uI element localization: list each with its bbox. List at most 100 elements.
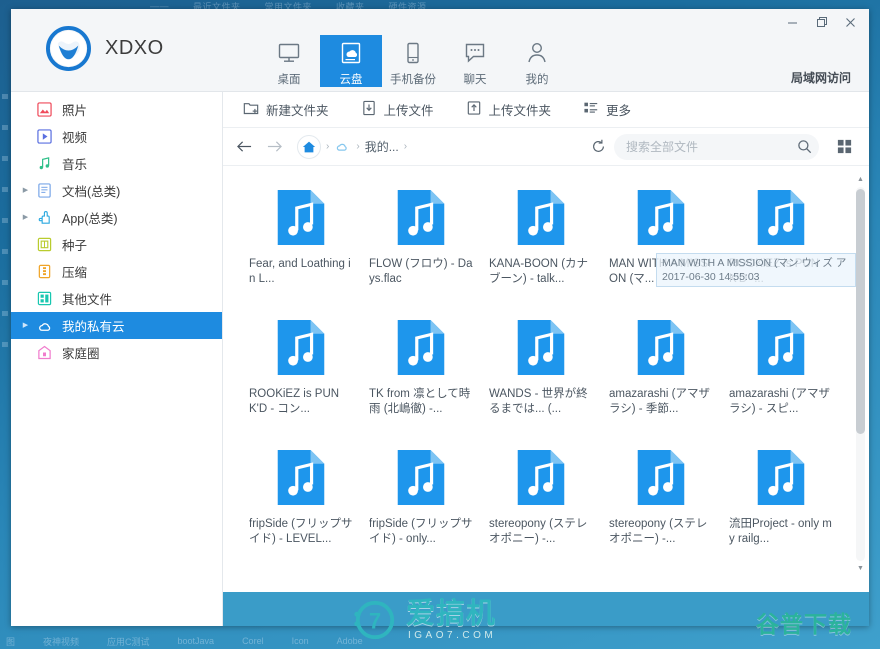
sidebar-item-private-cloud[interactable]: ▶ 我的私有云	[11, 312, 222, 339]
breadcrumb-separator: ›	[326, 141, 330, 152]
file-name: 流田Project - only my railg...	[729, 518, 832, 545]
maximize-icon	[816, 17, 827, 27]
path-bar: › › 我的... ›	[223, 128, 869, 166]
file-item[interactable]: FLOW (フロウ) - Days.flac	[361, 184, 481, 314]
maximize-button[interactable]	[807, 11, 836, 33]
close-icon	[846, 17, 855, 27]
op-label: 上传文件	[383, 104, 434, 118]
close-button[interactable]	[836, 11, 865, 33]
background-taskbar-trace: 图 夜神视频 应用C测试 bootJava Corel Icon Adobe	[0, 633, 880, 649]
sidebar-item-label: 文档(总类)	[62, 185, 121, 199]
file-name: ROOKiEZ is PUNK'D - コン...	[249, 388, 340, 415]
arrow-left-icon	[236, 141, 251, 152]
search-icon	[797, 140, 811, 154]
file-name: amazarashi (アマザラシ) - 季節...	[609, 388, 710, 415]
file-item[interactable]: stereopony (ステレオポニー) -...	[481, 444, 601, 574]
window-controls	[778, 11, 865, 33]
file-item[interactable]: amazarashi (アマザラシ) - 季節...	[601, 314, 721, 444]
forward-button[interactable]	[261, 134, 287, 160]
file-item[interactable]: fripSide (フリップサイド) - LEVEL...	[241, 444, 361, 574]
sidebar: 照片 视频 音乐 ▶ 文档(总类) ▶ App(总类) 种子 压缩 其他文件 ▶…	[11, 92, 223, 626]
sidebar-item-music[interactable]: 音乐	[11, 150, 222, 177]
music-file-icon	[397, 320, 445, 375]
new-folder-button[interactable]: 新建文件夹	[235, 97, 337, 123]
nav-item-phone-backup[interactable]: 手机备份	[382, 35, 444, 87]
file-item[interactable]: ROOKiEZ is PUNK'D -...	[721, 184, 841, 314]
private-cloud-icon	[32, 317, 56, 334]
sidebar-item-torrent[interactable]: 种子	[11, 231, 222, 258]
sidebar-item-family[interactable]: 家庭圈	[11, 339, 222, 366]
breadcrumb-current[interactable]: 我的...	[365, 138, 399, 155]
file-item[interactable]: 流田Project - only my railg...	[721, 444, 841, 574]
scrollbar-thumb[interactable]	[856, 189, 865, 434]
bg-trace-item: bootJava	[177, 636, 215, 646]
sidebar-item-documents[interactable]: ▶ 文档(总类)	[11, 177, 222, 204]
chat-icon	[463, 39, 487, 67]
minimize-button[interactable]	[778, 11, 807, 33]
music-file-icon	[397, 190, 445, 245]
phone-backup-icon	[401, 39, 425, 67]
lan-access-button[interactable]: 局域网访问	[791, 69, 851, 86]
sidebar-item-other-files[interactable]: 其他文件	[11, 285, 222, 312]
search-box[interactable]	[614, 133, 819, 160]
nav-item-chat[interactable]: 聊天	[444, 35, 506, 87]
search-input[interactable]	[626, 139, 793, 154]
upload-file-icon	[361, 100, 377, 119]
sidebar-item-photos[interactable]: 照片	[11, 96, 222, 123]
sidebar-item-label: 音乐	[62, 158, 88, 172]
upload-file-button[interactable]: 上传文件	[353, 97, 442, 123]
file-item[interactable]: fripSide (フリップサイド) - only...	[361, 444, 481, 574]
new-folder-icon	[243, 100, 259, 119]
view-mode-toggle[interactable]	[829, 133, 859, 161]
music-file-icon	[517, 190, 565, 245]
upload-folder-icon	[466, 100, 482, 119]
nav-item-cloud-drive[interactable]: 云盘	[320, 35, 382, 87]
scroll-down-icon[interactable]: ▼	[855, 563, 866, 574]
nav-item-desktop[interactable]: 桌面	[258, 35, 320, 87]
smiley-cloud-logo-icon	[46, 26, 91, 71]
file-item[interactable]: WANDS - 世界が終るまでは... (...	[481, 314, 601, 444]
brand-name: XDXO	[105, 37, 164, 59]
file-item[interactable]: ROOKiEZ is PUNK'D - コン...	[241, 314, 361, 444]
refresh-button[interactable]	[586, 135, 610, 159]
upload-folder-button[interactable]: 上传文件夹	[458, 97, 560, 123]
scroll-up-icon[interactable]: ▲	[855, 174, 866, 185]
arrow-right-icon	[267, 141, 282, 152]
grid-view-icon	[837, 139, 851, 154]
nav-item-mine[interactable]: 我的	[506, 35, 568, 87]
background-left-ticks	[0, 80, 9, 620]
file-item[interactable]: MAN WITH A MISSION (マ...	[601, 184, 721, 314]
file-item[interactable]: KANA-BOON (カナブーン) - talk...	[481, 184, 601, 314]
file-item[interactable]: TK from 凛として時雨 (北嶋徹) -...	[361, 314, 481, 444]
brand: XDXO	[46, 26, 164, 71]
nav-label: 手机备份	[390, 74, 436, 86]
sidebar-item-archive[interactable]: 压缩	[11, 258, 222, 285]
minimize-icon	[788, 22, 797, 23]
chevron-right-icon[interactable]: ▶	[19, 214, 32, 221]
breadcrumb-separator: ›	[356, 141, 360, 152]
cloud-icon[interactable]	[334, 138, 351, 156]
nav-label: 我的	[525, 74, 549, 86]
music-file-icon	[637, 320, 685, 375]
operations-toolbar: 新建文件夹 上传文件 上传文件夹 更多	[223, 92, 869, 128]
file-item[interactable]: stereopony (ステレオポニー) -...	[601, 444, 721, 574]
more-button[interactable]: 更多	[575, 97, 639, 123]
back-button[interactable]	[231, 134, 257, 160]
file-name: fripSide (フリップサイド) - LEVEL...	[249, 518, 353, 545]
chevron-right-icon[interactable]: ▶	[19, 187, 32, 194]
grid-scrollbar[interactable]: ▲ ▼	[855, 174, 866, 574]
search-button[interactable]	[793, 136, 815, 158]
nav-label: 聊天	[463, 74, 487, 86]
music-file-icon	[517, 320, 565, 375]
family-icon	[32, 345, 56, 360]
breadcrumb-home-button[interactable]	[297, 134, 321, 159]
sidebar-item-app[interactable]: ▶ App(总类)	[11, 204, 222, 231]
chevron-right-icon[interactable]: ▶	[19, 322, 32, 329]
file-name: MAN WITH A MISSION (マ...	[609, 258, 712, 285]
sidebar-item-videos[interactable]: 视频	[11, 123, 222, 150]
op-label: 上传文件夹	[488, 104, 552, 118]
bg-trace-item: Icon	[291, 636, 309, 646]
file-item[interactable]: Fear, and Loathing in L...	[241, 184, 361, 314]
music-file-icon	[397, 450, 445, 505]
file-item[interactable]: amazarashi (アマザラシ) - スピ...	[721, 314, 841, 444]
